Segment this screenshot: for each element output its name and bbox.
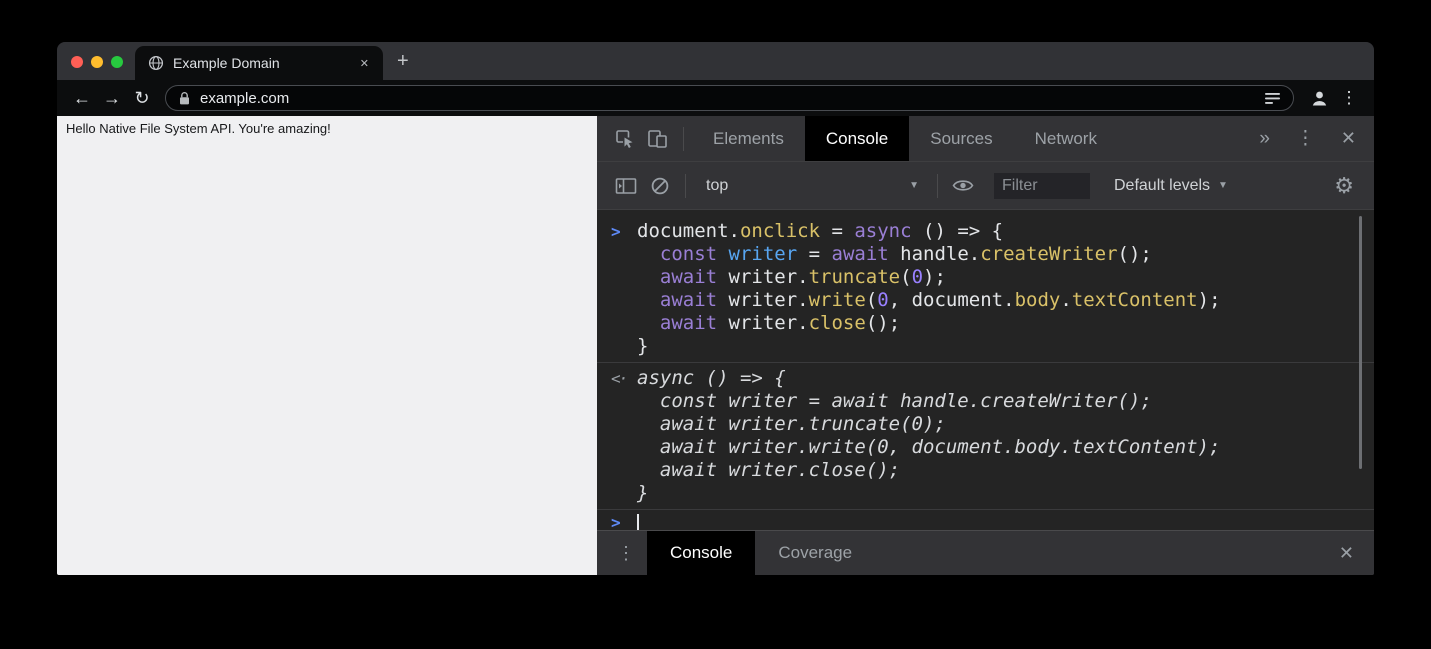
reload-button[interactable]: ↻ (127, 88, 157, 109)
tab-title: Example Domain (173, 55, 347, 71)
toolbar-divider (683, 127, 684, 151)
devtools-drawer: ⋮ Console Coverage ✕ (597, 530, 1374, 575)
drawer-close-icon[interactable]: ✕ (1339, 543, 1374, 564)
prompt-chevron-icon: > (597, 511, 637, 530)
console-entry-prompt[interactable]: > (597, 509, 1374, 530)
new-tab-button[interactable]: + (391, 50, 415, 73)
filter-input[interactable] (994, 173, 1090, 199)
globe-favicon-icon (148, 55, 164, 71)
url-text: example.com (200, 90, 289, 107)
console-toolbar: top ▼ Default levels ▼ ⚙ (597, 162, 1374, 210)
console-entry-input: >document.onclick = async () => { const … (597, 216, 1374, 362)
clear-console-button[interactable] (643, 169, 677, 203)
browser-toolbar: ← → ↻ example.com (57, 80, 1374, 116)
devtools-close-icon[interactable]: ✕ (1341, 128, 1356, 149)
traffic-lights (71, 56, 123, 68)
ssl-lock-icon[interactable] (178, 91, 191, 106)
result-arrow-icon: <· (597, 367, 637, 505)
gear-icon[interactable]: ⚙ (1334, 173, 1362, 199)
prompt-chevron-icon: > (597, 220, 637, 358)
default-levels-dropdown[interactable]: Default levels ▼ (1114, 177, 1228, 195)
console-entry-result: <·async () => { const writer = await han… (597, 362, 1374, 509)
execution-context-selector[interactable]: top ▼ (694, 177, 929, 195)
devtools-tabbar: Elements Console Sources Network » ⋮ ✕ (597, 116, 1374, 162)
console-entries: >document.onclick = async () => { const … (597, 216, 1374, 530)
web-page: Hello Native File System API. You're ama… (57, 116, 597, 575)
console-scrollbar[interactable] (1359, 216, 1362, 469)
browser-tab[interactable]: Example Domain ✕ (135, 46, 383, 80)
window-content: Hello Native File System API. You're ama… (57, 116, 1374, 575)
console-sidebar-toggle-button[interactable] (609, 169, 643, 203)
console-log[interactable]: >document.onclick = async () => { const … (597, 210, 1374, 530)
levels-label: Default levels (1114, 177, 1210, 195)
drawer-tab-console[interactable]: Console (647, 531, 755, 575)
chevron-down-icon: ▼ (1218, 180, 1228, 191)
drawer-menu-kebab-icon[interactable]: ⋮ (597, 543, 647, 564)
toolbar-divider (937, 174, 938, 198)
console-text-cursor (637, 514, 639, 530)
tab-close-button[interactable]: ✕ (356, 55, 373, 72)
tab-console[interactable]: Console (805, 116, 909, 161)
forward-button[interactable]: → (97, 88, 127, 109)
address-bar[interactable]: example.com (165, 85, 1294, 111)
browser-window: Example Domain ✕ + ← → ↻ example.com (57, 42, 1374, 575)
profile-avatar-button[interactable] (1304, 89, 1334, 108)
back-button[interactable]: ← (67, 88, 97, 109)
tab-network[interactable]: Network (1014, 116, 1118, 161)
omnibox-lines-icon[interactable] (1264, 92, 1281, 105)
eye-icon[interactable] (946, 169, 980, 203)
more-tabs-chevron-icon[interactable]: » (1259, 128, 1270, 150)
close-window-button[interactable] (71, 56, 83, 68)
chevron-down-icon: ▼ (909, 180, 919, 191)
tab-sources[interactable]: Sources (909, 116, 1013, 161)
toggle-device-toolbar-button[interactable] (641, 122, 675, 156)
context-label: top (706, 177, 728, 195)
toolbar-divider (685, 174, 686, 198)
devtools-menu-kebab-icon[interactable]: ⋮ (1296, 127, 1315, 150)
minimize-window-button[interactable] (91, 56, 103, 68)
browser-menu-kebab-icon[interactable]: ⋮ (1334, 88, 1364, 108)
page-body-text: Hello Native File System API. You're ama… (66, 121, 331, 136)
zoom-window-button[interactable] (111, 56, 123, 68)
inspect-element-button[interactable] (607, 122, 641, 156)
tab-strip: Example Domain ✕ + (57, 42, 1374, 80)
devtools-panel: Elements Console Sources Network » ⋮ ✕ (597, 116, 1374, 575)
drawer-tab-coverage[interactable]: Coverage (755, 531, 875, 575)
tab-elements[interactable]: Elements (692, 116, 805, 161)
